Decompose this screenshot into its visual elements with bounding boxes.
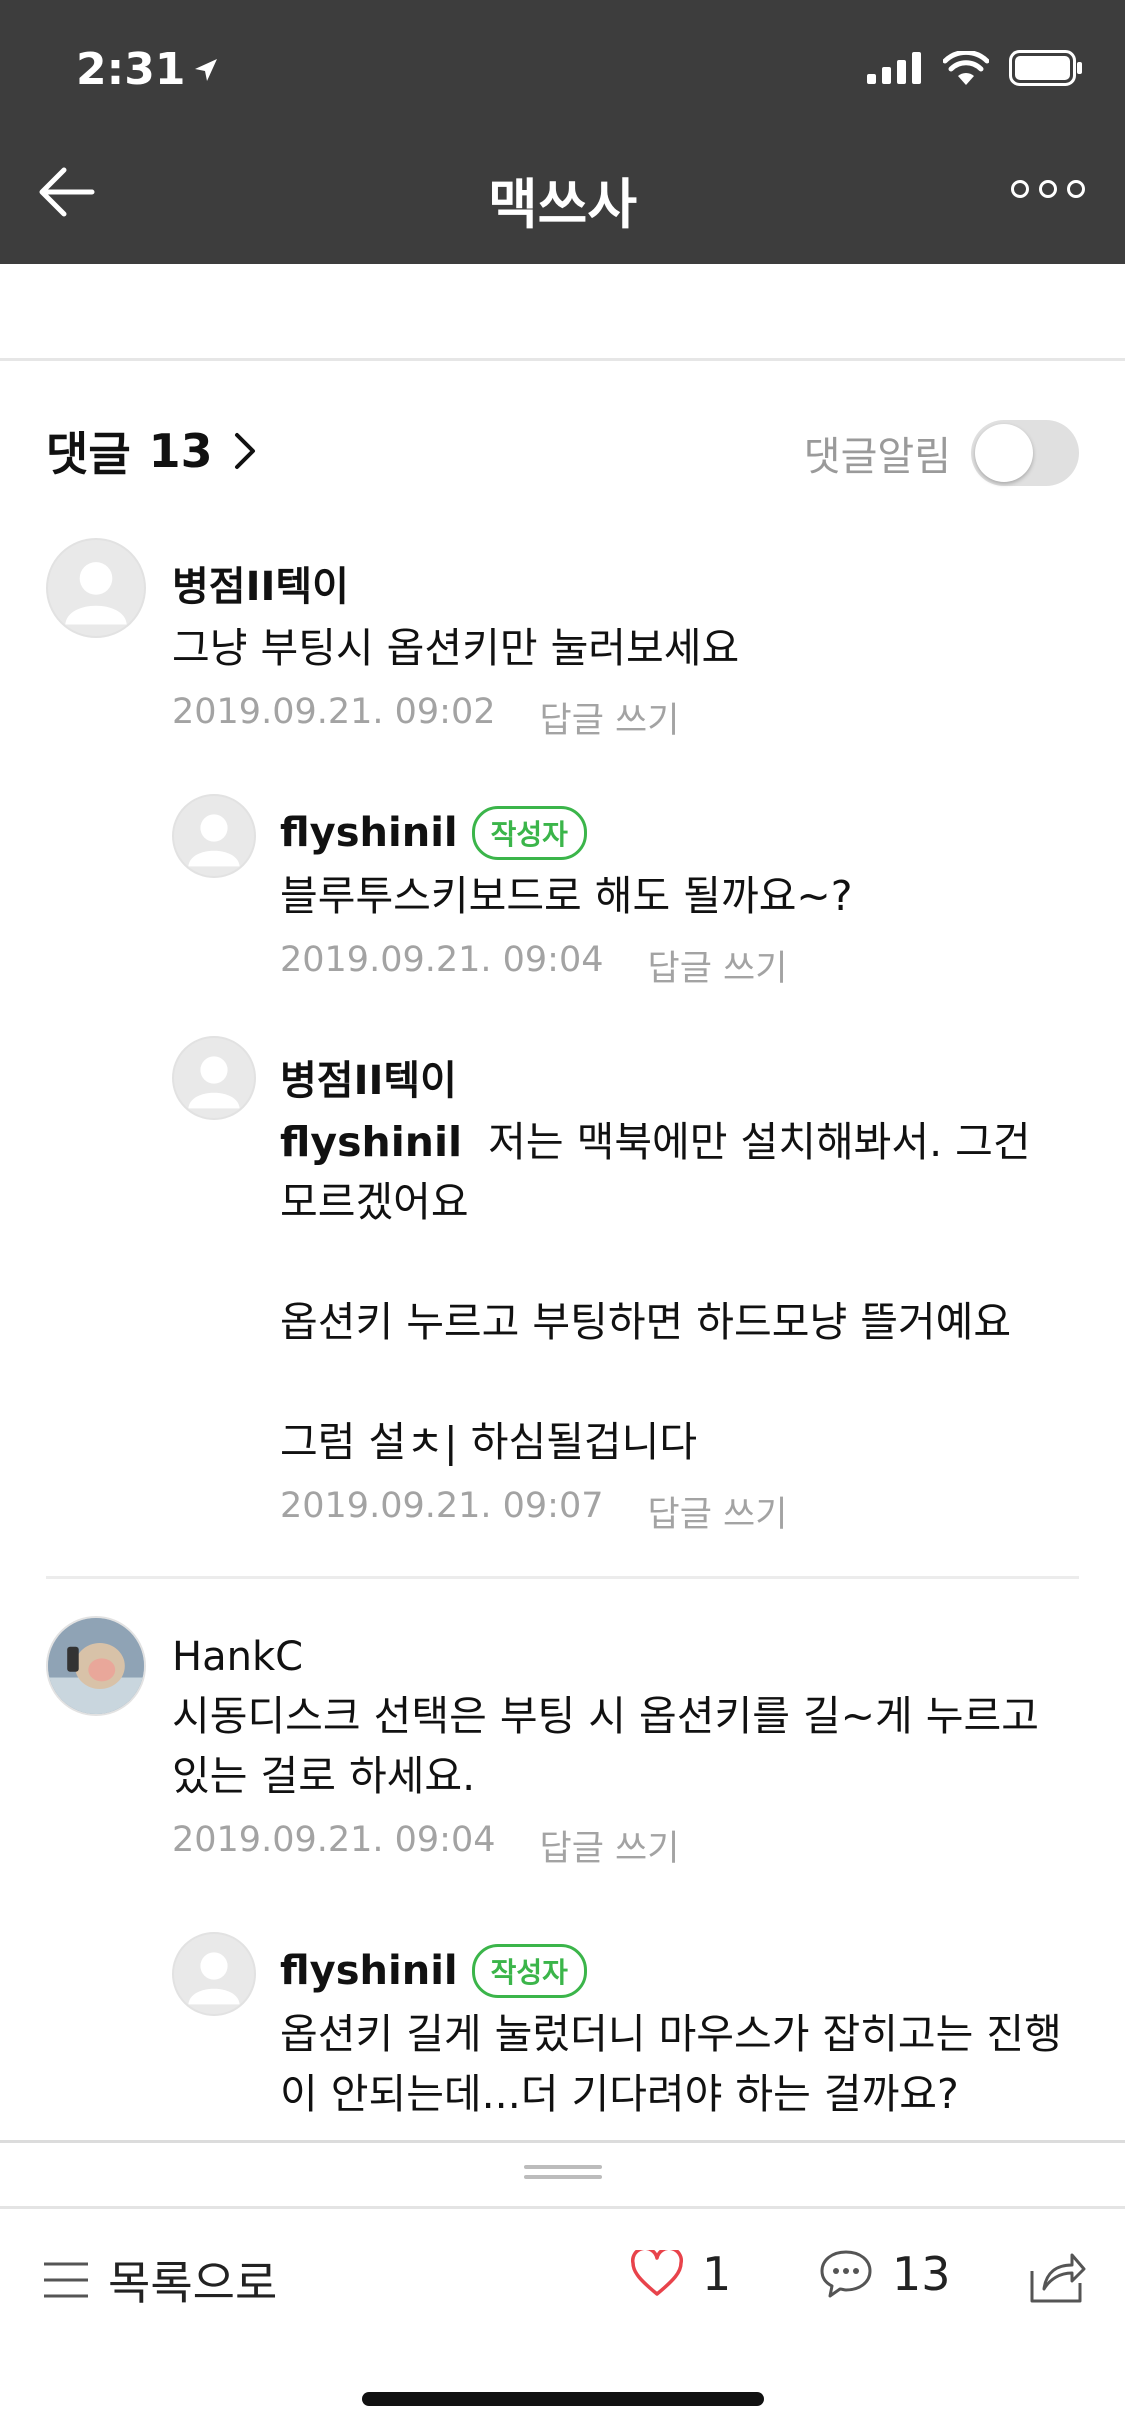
like-count: 1	[702, 2247, 732, 2301]
comment-text: 옵션키 길게 눌렀더니 마우스가 잡히고는 진행이 안되는데...더 기다려야 …	[280, 2010, 1062, 2118]
comment-text: 시동디스크 선택은 부팅 시 옵션키를 길~게 누르고 있는 걸로 하세요.	[172, 1692, 1052, 1800]
status-time-text: 2:31	[76, 44, 186, 95]
reply-button[interactable]: 답글 쓰기	[648, 1486, 788, 1537]
avatar[interactable]	[46, 538, 146, 638]
avatar[interactable]	[172, 1932, 256, 2016]
comment-author[interactable]: flyshinil	[280, 1948, 458, 1994]
section-divider	[0, 358, 1125, 361]
reply-comment: flyshinil 작성자 블루투스키보드로 해도 될까요~? 2019.09.…	[280, 806, 1080, 991]
comment-button[interactable]: 13	[818, 2247, 951, 2301]
comment-author[interactable]: 병점II텍이	[280, 1048, 457, 1106]
reply-comment: 병점II텍이 flyshinil 저는 맥북에만 설치해봐서. 그건 모르겠어요…	[280, 1048, 1080, 1537]
like-button[interactable]: 1	[630, 2247, 731, 2301]
wifi-icon	[943, 51, 989, 85]
avatar[interactable]	[172, 794, 256, 878]
comment-author[interactable]: flyshinil	[280, 810, 458, 856]
comment-count: 13	[892, 2247, 951, 2301]
reply-button[interactable]: 답글 쓰기	[540, 692, 680, 743]
drag-panel[interactable]	[0, 2140, 1125, 2206]
comment-author[interactable]: 병점II텍이	[172, 554, 349, 612]
monkey-photo-icon	[48, 1618, 144, 1714]
mention[interactable]: flyshinil	[280, 1118, 462, 1166]
comment: HankC 시동디스크 선택은 부팅 시 옵션키를 길~게 누르고 있는 걸로 …	[172, 1634, 1072, 1871]
author-badge: 작성자	[471, 1944, 587, 1998]
comment-date: 2019.09.21. 09:04	[172, 1820, 496, 1860]
heart-icon	[631, 2250, 683, 2296]
share-icon[interactable]	[1028, 2247, 1086, 2305]
comment: 병점II텍이 그냥 부팅시 옵션키만 눌러보세요 2019.09.21. 09:…	[172, 554, 1072, 743]
notify-toggle[interactable]	[971, 420, 1079, 486]
comments-header[interactable]: 댓글 13	[46, 418, 259, 484]
reply-comment: flyshinil 작성자 옵션키 길게 눌렀더니 마우스가 잡히고는 진행이 …	[280, 1944, 1080, 2140]
comment-text-content: 저는 맥북에만 설치해봐서. 그건 모르겠어요 옵션키 누르고 부팅하면 하드모…	[280, 1118, 1031, 1466]
comments-label: 댓글	[46, 427, 131, 481]
speech-bubble-icon	[820, 2250, 872, 2298]
reply-button[interactable]: 답글 쓰기	[648, 940, 788, 991]
notify-label: 댓글알림	[803, 434, 951, 480]
list-label: 목록으로	[108, 2256, 278, 2310]
comment-text: 블루투스키보드로 해도 될까요~?	[280, 872, 853, 920]
comment-text: 그냥 부팅시 옵션키만 눌러보세요	[172, 624, 740, 672]
location-arrow-icon	[195, 58, 218, 81]
comment-separator	[46, 1576, 1079, 1579]
comment-notify: 댓글알림	[804, 420, 1079, 486]
list-button[interactable]: 목록으로	[42, 2247, 277, 2313]
home-indicator	[362, 2392, 764, 2406]
comment-date: 2019.09.21. 09:04	[280, 940, 604, 980]
default-user-icon	[188, 1952, 240, 2005]
drag-handle-icon[interactable]	[524, 2165, 602, 2179]
list-icon	[44, 2262, 88, 2298]
more-options-icon[interactable]	[1011, 180, 1085, 198]
page-title: 맥쓰사	[487, 173, 638, 236]
top-bar: 2:31 맥쓰사	[0, 0, 1125, 264]
comment-author[interactable]: HankC	[172, 1634, 303, 1680]
comment-date: 2019.09.21. 09:02	[172, 692, 496, 732]
author-badge: 작성자	[471, 806, 587, 860]
battery-icon	[1009, 50, 1082, 86]
status-icons	[867, 50, 1083, 86]
signal-icon	[867, 52, 921, 84]
status-time: 2:31	[76, 44, 221, 95]
comments-count: 13	[148, 424, 213, 478]
avatar-photo[interactable]	[46, 1616, 146, 1716]
default-user-icon	[188, 814, 240, 867]
reply-button[interactable]: 답글 쓰기	[540, 1820, 680, 1871]
comment-date: 2019.09.21. 09:07	[280, 1486, 604, 1526]
default-user-icon	[188, 1056, 240, 1109]
comment-text: flyshinil 저는 맥북에만 설치해봐서. 그건 모르겠어요 옵션키 누르…	[280, 1112, 1080, 1472]
chevron-right-icon	[234, 433, 255, 469]
avatar[interactable]	[172, 1036, 256, 1120]
default-user-icon	[65, 562, 127, 625]
